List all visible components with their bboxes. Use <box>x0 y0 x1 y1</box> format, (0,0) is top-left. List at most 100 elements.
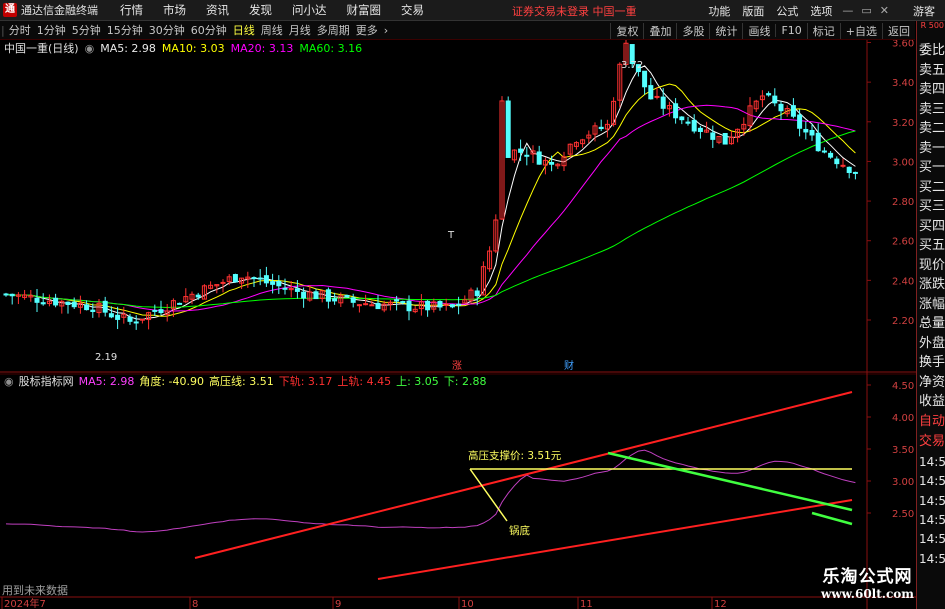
side-item[interactable]: 委比 <box>919 41 945 61</box>
side-item[interactable]: 卖二 <box>919 119 945 139</box>
side-item[interactable]: 总量 <box>919 314 945 334</box>
menu-item-wealth[interactable]: 财富圈 <box>337 2 392 18</box>
maximize-icon[interactable]: ▭ <box>857 4 875 17</box>
side-item[interactable]: 买三 <box>919 197 945 217</box>
tab-60min[interactable]: 60分钟 <box>188 22 230 38</box>
tab-30min[interactable]: 30分钟 <box>146 22 188 38</box>
side-item[interactable]: 净资 <box>919 373 945 393</box>
side-item[interactable]: 自动 <box>919 412 945 432</box>
candle-body <box>679 116 685 121</box>
r-badge[interactable]: R 500 <box>917 21 945 41</box>
candle-body <box>406 300 412 312</box>
legend-toggle-icon[interactable]: ◉ <box>85 42 95 55</box>
candle-body <box>158 309 164 314</box>
tool-draw-line[interactable]: 画线 <box>742 22 775 39</box>
menu-item-ask[interactable]: 问小达 <box>282 2 337 18</box>
tab-multi-period[interactable]: 多周期 <box>314 22 353 38</box>
candle-body <box>821 150 827 153</box>
tool-multi-stock[interactable]: 多股 <box>676 22 709 39</box>
price-tick-label: 3.60 <box>892 40 914 50</box>
candle-body <box>400 301 406 304</box>
side-item[interactable]: 卖四 <box>919 80 945 100</box>
login-notice[interactable]: 证券交易未登录 中国一重 <box>512 3 637 19</box>
indicator-name[interactable]: 股标指标网 <box>19 373 74 389</box>
side-time-item[interactable]: 14:56 <box>919 472 945 492</box>
menu-item-layout[interactable]: 版面 <box>736 3 770 19</box>
tool-overlay[interactable]: 叠加 <box>643 22 676 39</box>
price-tick-label: 2.40 <box>892 276 914 287</box>
side-item[interactable]: 涨跌 <box>919 275 945 295</box>
side-item[interactable]: 涨幅 <box>919 295 945 315</box>
side-item[interactable]: 外盘 <box>919 334 945 354</box>
side-time-item[interactable]: 14:56 <box>919 492 945 512</box>
title-right: 功能 版面 公式 选项 — ▭ ✕ 游客 <box>702 0 945 21</box>
candle-body <box>40 302 46 305</box>
indicator-legend: ◉ 股标指标网 MA5: 2.98 角度: -40.90 高压线: 3.51 下… <box>4 373 492 389</box>
app-logo-icon: 通 <box>3 3 17 17</box>
side-item[interactable]: 买五 <box>919 236 945 256</box>
side-item[interactable]: 买四 <box>919 217 945 237</box>
tool-adjust[interactable]: 复权 <box>610 22 643 39</box>
candle-body <box>691 119 697 132</box>
tab-daily[interactable]: 日线 <box>230 22 258 38</box>
side-item[interactable]: 买二 <box>919 178 945 198</box>
close-icon[interactable]: ✕ <box>876 4 893 17</box>
tool-statistics[interactable]: 统计 <box>709 22 742 39</box>
candle-body <box>456 303 462 306</box>
tool-add-watchlist[interactable]: +自选 <box>839 22 882 39</box>
candle-body <box>524 154 530 157</box>
side-item[interactable]: 买一 <box>919 158 945 178</box>
tab-1min[interactable]: 1分钟 <box>34 22 69 38</box>
guest-button[interactable]: 游客 <box>907 3 945 19</box>
menu-item-market[interactable]: 市场 <box>153 2 196 18</box>
candle-body <box>332 298 338 302</box>
side-item[interactable]: 交易 <box>919 432 945 452</box>
side-time-item[interactable]: 14:56 <box>919 453 945 473</box>
candle-body <box>840 164 846 167</box>
main-menu: 行情 市场 资讯 发现 问小达 财富圈 交易 <box>110 2 434 18</box>
menu-item-quotes[interactable]: 行情 <box>110 2 153 18</box>
side-item[interactable]: 现价 <box>919 256 945 276</box>
tab-weekly[interactable]: 周线 <box>258 22 286 38</box>
side-item[interactable]: 卖五 <box>919 61 945 81</box>
menu-item-news[interactable]: 资讯 <box>196 2 239 18</box>
indicator-tick-label: 4.50 <box>892 381 914 392</box>
candle-body <box>790 105 796 117</box>
candle-body <box>697 127 703 132</box>
candle-body <box>673 103 679 119</box>
pot-bottom-label: 锅底 <box>509 524 530 537</box>
watermark-title: 乐淘公式网 <box>822 567 913 587</box>
menu-item-formula[interactable]: 公式 <box>770 3 804 19</box>
more-chevron-icon[interactable]: › <box>381 24 391 37</box>
side-time-item[interactable]: 14:56 <box>919 511 945 531</box>
tool-mark[interactable]: 标记 <box>806 22 840 39</box>
menu-item-trade[interactable]: 交易 <box>391 2 434 18</box>
tab-more[interactable]: 更多 <box>353 22 381 38</box>
tab-5min[interactable]: 5分钟 <box>69 22 104 38</box>
side-item[interactable]: 换手 <box>919 353 945 373</box>
tool-back[interactable]: 返回 <box>882 22 915 39</box>
side-item[interactable]: 卖三 <box>919 100 945 120</box>
side-time-item[interactable]: 14:56 <box>919 530 945 550</box>
menu-item-options[interactable]: 选项 <box>804 3 838 19</box>
stock-name[interactable]: 中国一重(日线) <box>4 40 79 56</box>
tab-monthly[interactable]: 月线 <box>286 22 314 38</box>
candle-body <box>778 103 784 112</box>
menu-item-function[interactable]: 功能 <box>702 3 736 19</box>
tab-timeshare[interactable]: 分时 <box>6 22 34 38</box>
price-tick-label: 2.80 <box>892 197 914 208</box>
side-item[interactable]: 卖一 <box>919 139 945 159</box>
tab-15min[interactable]: 15分钟 <box>104 22 146 38</box>
candle-body <box>177 302 183 305</box>
candle-body <box>115 314 121 320</box>
menu-item-discover[interactable]: 发现 <box>239 2 282 18</box>
candle-body <box>642 70 648 88</box>
minimize-icon[interactable]: — <box>838 4 857 17</box>
candle-body <box>685 121 691 124</box>
side-item[interactable]: 收益 <box>919 392 945 412</box>
candle-body <box>356 304 362 307</box>
candle-body <box>772 95 778 104</box>
kline-chart[interactable]: 3.60 3.40 3.20 3.00 2.80 2.60 2.40 2.20 4.50 4.0… <box>0 40 916 609</box>
indicator-toggle-icon[interactable]: ◉ <box>4 375 14 388</box>
tool-f10[interactable]: F10 <box>775 24 806 37</box>
